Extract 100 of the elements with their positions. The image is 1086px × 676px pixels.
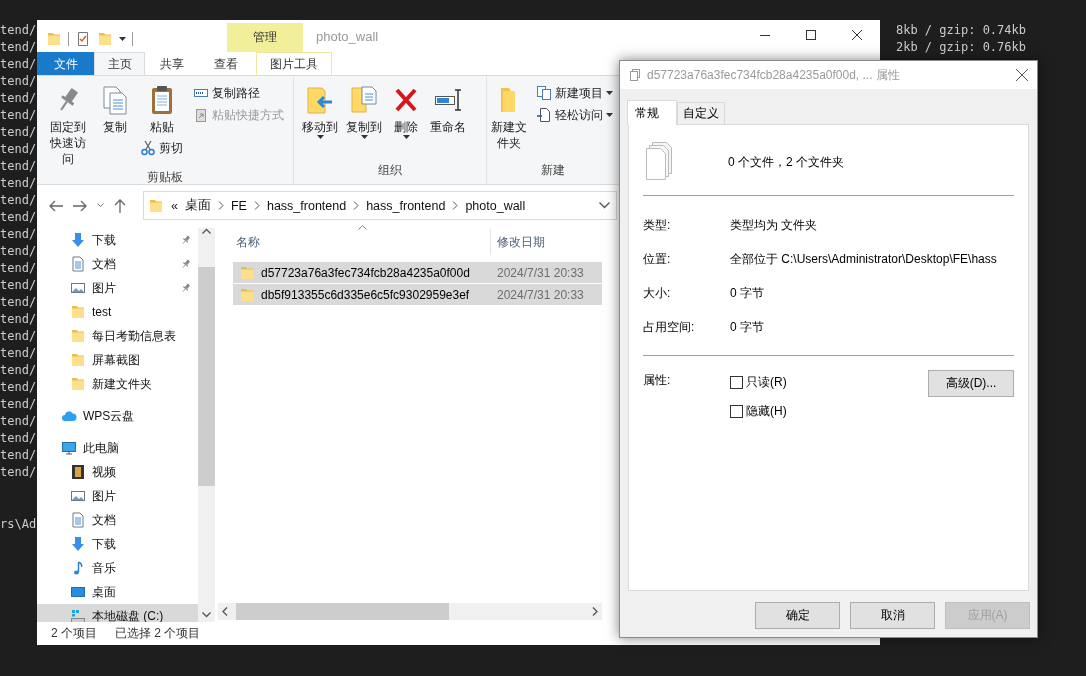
terminal-line: tend/: [0, 192, 37, 209]
scrollbar[interactable]: [218, 603, 602, 620]
nav-item[interactable]: 下载: [37, 228, 198, 252]
file-row[interactable]: db5f913355c6d335e6c5fc9302959e3ef 2024/7/31 20:33: [233, 284, 602, 305]
ribbon-button[interactable]: 删除: [388, 82, 424, 144]
dialog-tab[interactable]: 常规: [627, 100, 677, 125]
terminal-line: tend/: [0, 430, 37, 447]
nav-item[interactable]: 屏幕截图: [37, 348, 198, 372]
chevron-right-icon: [217, 201, 224, 210]
checkbox[interactable]: 隐藏(H): [730, 403, 928, 420]
picture-icon: [70, 488, 86, 504]
shortcut-icon: [193, 107, 209, 123]
ribbon-button[interactable]: 固定到快速访问: [43, 82, 93, 169]
folder-document-icon: [348, 84, 380, 116]
scissors-icon: [140, 140, 156, 156]
nav-item[interactable]: test: [37, 300, 198, 324]
ribbon-button[interactable]: 重命名: [428, 82, 468, 137]
breadcrumb[interactable]: FE: [230, 198, 247, 213]
scrollbar-thumb[interactable]: [198, 267, 215, 486]
close-icon[interactable]: [852, 30, 862, 40]
back-arrow-icon[interactable]: [49, 199, 63, 212]
ribbon-button[interactable]: 复制: [97, 82, 133, 137]
chevron-down-icon[interactable]: [202, 612, 211, 618]
chevron-down-icon[interactable]: [599, 202, 610, 209]
ribbon-tab[interactable]: 图片工具: [256, 52, 332, 75]
desktop-icon: [70, 584, 86, 600]
ribbon-button[interactable]: 复制到: [344, 82, 384, 144]
dialog-button[interactable]: 取消: [850, 602, 935, 629]
ribbon-tab[interactable]: 查看: [199, 52, 253, 75]
address-bar[interactable]: « 桌面 FE hass_frontend hass_frontend photo_wall: [143, 191, 617, 220]
file-menu-tab[interactable]: 文件: [37, 52, 94, 75]
terminal-line: tend/: [0, 379, 37, 396]
nav-item[interactable]: WPS云盘: [37, 404, 198, 428]
forward-arrow-icon[interactable]: [73, 199, 87, 212]
checkbox[interactable]: 只读(R): [730, 374, 928, 391]
group-label: 组织: [377, 162, 403, 179]
maximize-icon[interactable]: [806, 30, 816, 40]
column-header[interactable]: 修改日期: [490, 229, 545, 255]
nav-item[interactable]: 此电脑: [37, 436, 198, 460]
nav-item[interactable]: 本地磁盘 (C:): [37, 604, 198, 622]
ribbon-tab[interactable]: 主页: [94, 52, 145, 75]
field-label: 位置:: [643, 250, 672, 268]
nav-item[interactable]: 文档: [37, 252, 198, 276]
chevron-down-icon[interactable]: [97, 203, 104, 208]
breadcrumb[interactable]: hass_frontend: [366, 198, 446, 213]
terminal-line: tend/: [0, 90, 37, 107]
terminal-line: 2kb / gzip: 0.76kb: [895, 39, 1026, 56]
nav-item[interactable]: 文档: [37, 508, 198, 532]
terminal-line: tend/: [0, 141, 37, 158]
caret-icon: [606, 113, 613, 117]
nav-item[interactable]: 图片: [37, 276, 198, 300]
dialog-button[interactable]: 确定: [755, 602, 840, 629]
nav-item[interactable]: 视频: [37, 460, 198, 484]
ribbon-button[interactable]: 移动到: [300, 82, 340, 144]
breadcrumb[interactable]: 桌面: [184, 197, 211, 214]
terminal-line: tend/: [0, 345, 37, 362]
scrollbar[interactable]: [198, 228, 215, 622]
date-cell: 2024/7/31 20:33: [497, 287, 584, 302]
ribbon-button[interactable]: 粘贴: [137, 82, 186, 137]
dialog-tab[interactable]: 自定义: [677, 102, 725, 124]
chevron-left-icon[interactable]: [222, 607, 228, 616]
field-value: 类型均为 文件夹: [730, 216, 819, 234]
chevron-up-icon[interactable]: [202, 228, 211, 234]
chevron-right-icon[interactable]: [592, 607, 598, 616]
advanced-button[interactable]: 高级(D)...: [928, 370, 1014, 397]
column-header[interactable]: 名称: [236, 233, 490, 251]
nav-item[interactable]: 下载: [37, 532, 198, 556]
terminal-line: tend/: [0, 328, 37, 345]
folder-icon: [70, 328, 86, 344]
nav-item[interactable]: 新建文件夹: [37, 372, 198, 396]
up-arrow-icon[interactable]: [114, 198, 126, 213]
ribbon-button[interactable]: 轻松访问: [533, 104, 616, 126]
terminal-line: tend/: [0, 277, 37, 294]
scrollbar-thumb[interactable]: [236, 603, 449, 620]
ribbon-button[interactable]: 新建文件夹: [489, 82, 529, 153]
ribbon-button[interactable]: 新建项目: [533, 82, 616, 104]
field-label: 类型:: [643, 216, 672, 234]
nav-item[interactable]: 每日考勤信息表: [37, 324, 198, 348]
caret-icon[interactable]: [119, 37, 126, 41]
nav-item[interactable]: 音乐: [37, 556, 198, 580]
ribbon-button[interactable]: 复制路径: [190, 82, 287, 104]
dialog-title: d57723a76a3fec734fcb28a4235a0f00d, ... 属性: [647, 66, 900, 84]
nav-item[interactable]: 桌面: [37, 580, 198, 604]
nav-item[interactable]: 图片: [37, 484, 198, 508]
close-icon[interactable]: [1016, 69, 1028, 81]
terminal-line: tend/: [0, 226, 37, 243]
copy-icon: [629, 69, 641, 81]
breadcrumb[interactable]: hass_frontend: [266, 198, 347, 213]
checklist-icon[interactable]: [75, 31, 91, 47]
file-row[interactable]: d57723a76a3fec734fcb28a4235a0f00d 2024/7/31 20:33: [233, 262, 602, 283]
pin-icon: [180, 258, 192, 270]
picture-icon: [70, 280, 86, 296]
field-value: 0 字节: [730, 284, 765, 302]
breadcrumb[interactable]: photo_wall: [465, 198, 526, 213]
terminal-line: tend/: [0, 362, 37, 379]
ribbon-tab[interactable]: 共享: [145, 52, 199, 75]
window-title: photo_wall: [316, 28, 379, 44]
ribbon-button[interactable]: 剪切: [137, 137, 186, 159]
chevron-right-icon: [253, 201, 260, 210]
overflow-button[interactable]: «: [171, 198, 178, 213]
